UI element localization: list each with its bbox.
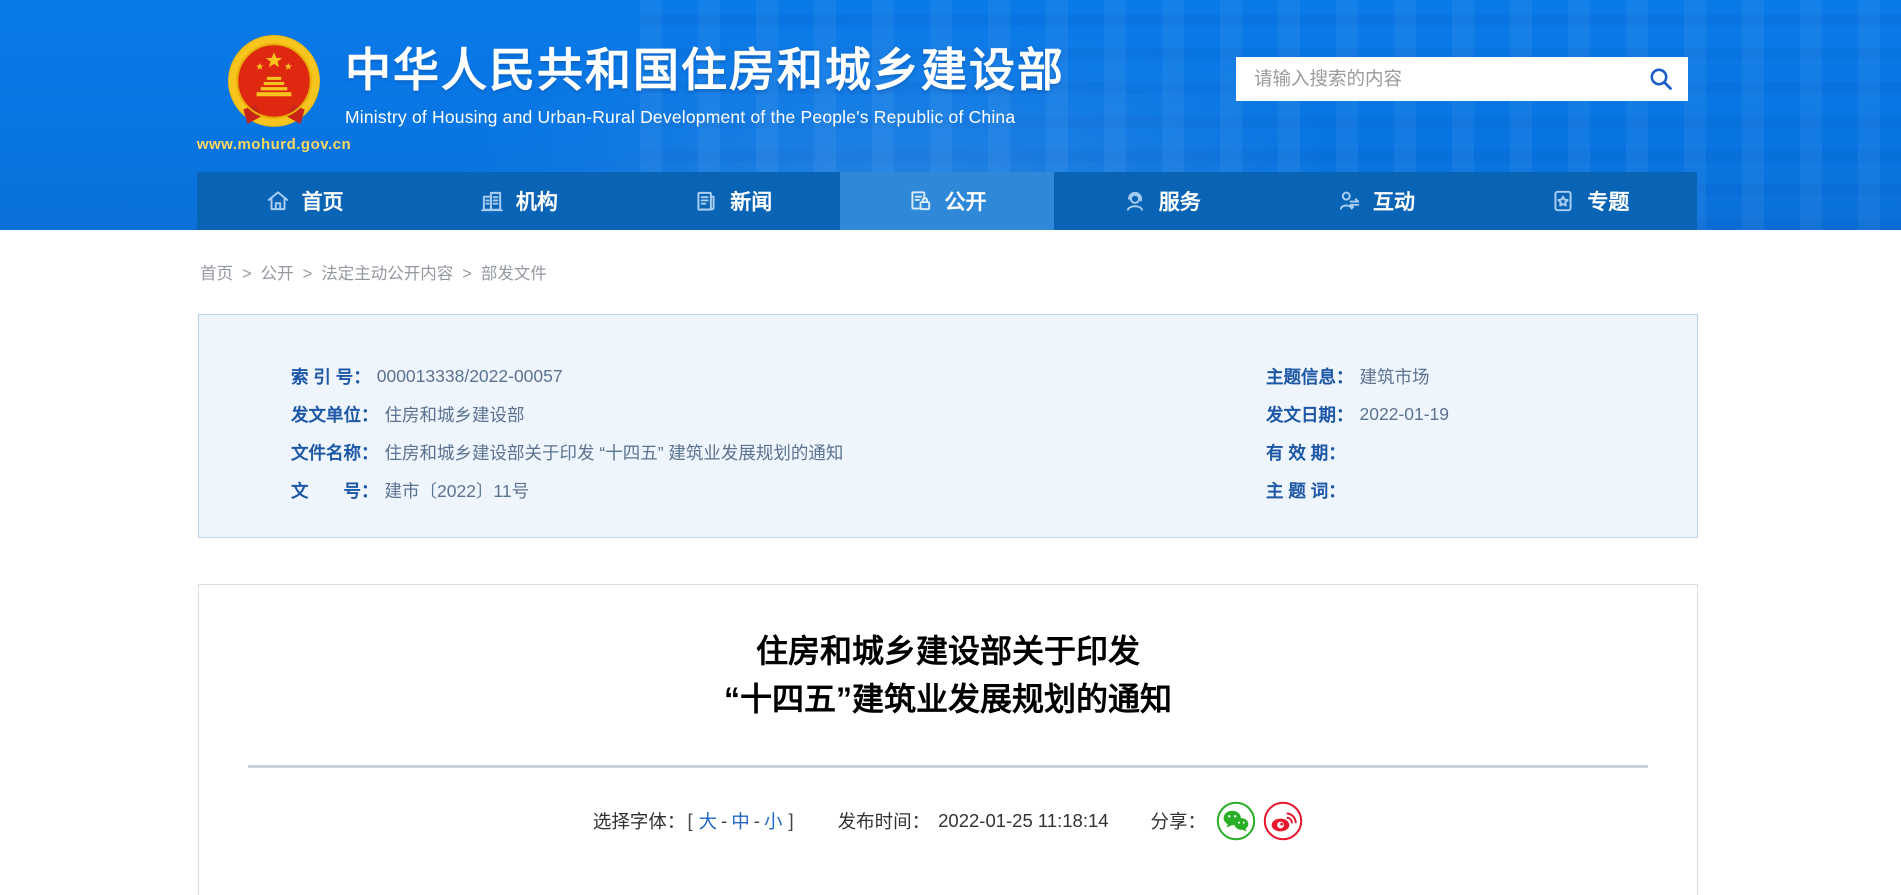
site-header: www.mohurd.gov.cn 中华人民共和国住房和城乡建设部 Minist…	[0, 0, 1901, 230]
main-nav: 首页 机构 新闻	[197, 172, 1697, 230]
search-button[interactable]	[1634, 57, 1688, 101]
interaction-person-icon	[1336, 188, 1362, 214]
font-size-selector: 选择字体： [ 大 - 中 - 小 ]	[593, 808, 796, 834]
nav-item-label: 首页	[302, 186, 344, 216]
article-panel: 住房和城乡建设部关于印发 “十四五”建筑业发展规划的通知 选择字体： [ 大 -…	[198, 584, 1698, 895]
breadcrumb-separator: >	[462, 265, 472, 283]
nav-item-service[interactable]: 服务	[1054, 172, 1268, 230]
title-divider	[248, 765, 1648, 768]
share-icons	[1216, 801, 1303, 841]
breadcrumb-separator: >	[303, 265, 313, 283]
site-title-en: Ministry of Housing and Urban-Rural Deve…	[345, 107, 1065, 128]
share-label: 分享：	[1151, 808, 1207, 834]
font-size-medium[interactable]: 中	[731, 808, 750, 834]
info-row-validity: 有 效 期：	[1266, 433, 1666, 471]
font-size-label: 选择字体：	[593, 808, 686, 834]
info-value: 建筑市场	[1360, 364, 1430, 389]
font-size-dash: -	[721, 810, 727, 832]
weibo-icon	[1263, 801, 1303, 841]
info-label: 发文日期：	[1266, 402, 1354, 427]
doc-info-left-column: 索 引 号： 000013338/2022-00057 发文单位： 住房和城乡建…	[291, 357, 1221, 509]
info-value: 2022-01-19	[1360, 404, 1450, 425]
nav-item-home[interactable]: 首页	[197, 172, 411, 230]
news-icon	[693, 188, 719, 214]
breadcrumb-current: 部发文件	[481, 265, 547, 283]
info-row-document-number: 文 号： 建市〔2022〕11号	[291, 471, 1221, 509]
info-label: 文 号：	[291, 478, 379, 503]
font-size-bracket-open: [	[687, 810, 692, 832]
site-url: www.mohurd.gov.cn	[183, 136, 365, 153]
nav-item-topic[interactable]: 专题	[1483, 172, 1697, 230]
wechat-share-button[interactable]	[1216, 801, 1256, 841]
nav-item-label: 新闻	[730, 186, 772, 216]
service-person-icon	[1122, 188, 1148, 214]
info-row-issue-date: 发文日期： 2022-01-19	[1266, 395, 1666, 433]
article-title-line2: “十四五”建筑业发展规划的通知	[199, 675, 1697, 723]
info-value: 000013338/2022-00057	[377, 366, 563, 387]
org-building-icon	[479, 188, 505, 214]
info-value: 住房和城乡建设部关于印发 “十四五” 建筑业发展规划的通知	[385, 440, 844, 465]
info-label: 发文单位：	[291, 402, 379, 427]
publish-time-value: 2022-01-25 11:18:14	[938, 810, 1108, 832]
info-label: 文件名称：	[291, 440, 379, 465]
share-widget: 分享：	[1151, 801, 1304, 841]
nav-item-label: 机构	[516, 186, 558, 216]
nav-item-label: 公开	[944, 186, 986, 216]
info-value: 建市〔2022〕11号	[385, 478, 530, 503]
search-icon	[1648, 66, 1674, 92]
nav-item-label: 互动	[1373, 186, 1415, 216]
page: www.mohurd.gov.cn 中华人民共和国住房和城乡建设部 Minist…	[0, 0, 1901, 895]
publish-time-label: 发布时间：	[838, 808, 931, 834]
info-value: 住房和城乡建设部	[385, 402, 525, 427]
font-size-small[interactable]: 小	[764, 808, 783, 834]
info-row-document-name: 文件名称： 住房和城乡建设部关于印发 “十四五” 建筑业发展规划的通知	[291, 433, 1221, 471]
disclosure-lock-icon	[907, 188, 933, 214]
doc-info-panel: 索 引 号： 000013338/2022-00057 发文单位： 住房和城乡建…	[198, 314, 1698, 538]
article-title: 住房和城乡建设部关于印发 “十四五”建筑业发展规划的通知	[199, 627, 1697, 723]
breadcrumb-separator: >	[242, 265, 252, 283]
nav-item-news[interactable]: 新闻	[626, 172, 840, 230]
weibo-share-button[interactable]	[1263, 801, 1303, 841]
breadcrumb-link-statutory-disclosure[interactable]: 法定主动公开内容	[321, 265, 453, 283]
nav-item-label: 专题	[1587, 186, 1629, 216]
publish-time: 发布时间： 2022-01-25 11:18:14	[838, 808, 1109, 834]
search-input[interactable]	[1236, 57, 1634, 101]
info-row-subject-words: 主 题 词：	[1266, 471, 1666, 509]
national-emblem-logo	[225, 34, 323, 132]
info-row-index-number: 索 引 号： 000013338/2022-00057	[291, 357, 1221, 395]
search-box	[1236, 57, 1688, 101]
font-size-bracket-close: ]	[788, 810, 793, 832]
info-row-issuing-unit: 发文单位： 住房和城乡建设部	[291, 395, 1221, 433]
site-title-cn: 中华人民共和国住房和城乡建设部	[345, 44, 1065, 96]
nav-item-open[interactable]: 公开	[840, 172, 1054, 230]
breadcrumb-link-open[interactable]: 公开	[261, 265, 294, 283]
info-label: 索 引 号：	[291, 364, 371, 389]
home-icon	[265, 188, 291, 214]
info-row-topic-info: 主题信息： 建筑市场	[1266, 357, 1666, 395]
nav-item-org[interactable]: 机构	[411, 172, 625, 230]
wechat-icon	[1216, 801, 1256, 841]
font-size-large[interactable]: 大	[699, 808, 718, 834]
article-toolbar: 选择字体： [ 大 - 中 - 小 ] 发布时间： 2022-01-25 11:…	[199, 801, 1697, 841]
article-title-line1: 住房和城乡建设部关于印发	[199, 627, 1697, 675]
info-label: 主 题 词：	[1266, 478, 1346, 503]
doc-info-right-column: 主题信息： 建筑市场 发文日期： 2022-01-19 有 效 期： 主 题 词…	[1266, 357, 1666, 509]
nav-item-interaction[interactable]: 互动	[1268, 172, 1482, 230]
nav-item-label: 服务	[1159, 186, 1201, 216]
font-size-dash: -	[754, 810, 760, 832]
site-titles: 中华人民共和国住房和城乡建设部 Ministry of Housing and …	[345, 44, 1065, 128]
info-label: 有 效 期：	[1266, 440, 1346, 465]
breadcrumb-link-home[interactable]: 首页	[200, 265, 233, 283]
topic-star-icon	[1550, 188, 1576, 214]
breadcrumb: 首页 > 公开 > 法定主动公开内容 > 部发文件	[200, 260, 547, 284]
info-label: 主题信息：	[1266, 364, 1354, 389]
